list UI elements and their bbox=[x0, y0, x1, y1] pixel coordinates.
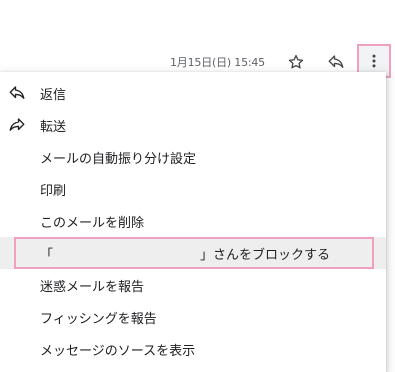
menu-item-label: フィッシングを報告 bbox=[40, 311, 157, 327]
menu-item-label: 返信 bbox=[40, 87, 67, 103]
more-options-menu: 返信 転送 メールの自動振り分け設定 印刷 このメールを削除 「 」さんをブロッ… bbox=[0, 72, 386, 372]
menu-item-delete[interactable]: このメールを削除 bbox=[0, 205, 386, 237]
block-open-bracket: 「 bbox=[40, 247, 54, 263]
menu-item-show-original[interactable]: メッセージのソースを表示 bbox=[0, 333, 386, 365]
menu-item-label: 転送 bbox=[40, 119, 67, 135]
block-suffix: 」さんをブロックする bbox=[200, 247, 331, 263]
menu-item-label: メッセージのソースを表示 bbox=[40, 343, 196, 359]
message-timestamp: 1月15日(日) 15:45 bbox=[170, 56, 265, 69]
message-header: 1月15日(日) 15:45 bbox=[0, 0, 395, 78]
menu-item-label: 迷惑メールを報告 bbox=[40, 279, 145, 295]
menu-item-reply[interactable]: 返信 bbox=[0, 77, 386, 109]
menu-item-report-phishing[interactable]: フィッシングを報告 bbox=[0, 301, 386, 333]
menu-item-label: 印刷 bbox=[40, 183, 67, 199]
menu-item-label: メールの自動振り分け設定 bbox=[40, 151, 197, 167]
star-icon bbox=[288, 54, 304, 69]
reply-icon bbox=[8, 84, 26, 102]
menu-item-filter[interactable]: メールの自動振り分け設定 bbox=[0, 141, 386, 173]
menu-item-report-spam[interactable]: 迷惑メールを報告 bbox=[0, 269, 386, 301]
more-vert-icon bbox=[372, 54, 376, 68]
menu-item-forward[interactable]: 転送 bbox=[0, 109, 386, 141]
reply-icon bbox=[328, 55, 344, 68]
block-sender-label: 「 」さんをブロックする bbox=[40, 244, 350, 263]
menu-item-print[interactable]: 印刷 bbox=[0, 173, 386, 205]
menu-item-block-sender[interactable]: 「 」さんをブロックする bbox=[0, 237, 386, 269]
menu-item-label: このメールを削除 bbox=[40, 215, 145, 231]
forward-icon bbox=[8, 116, 26, 134]
